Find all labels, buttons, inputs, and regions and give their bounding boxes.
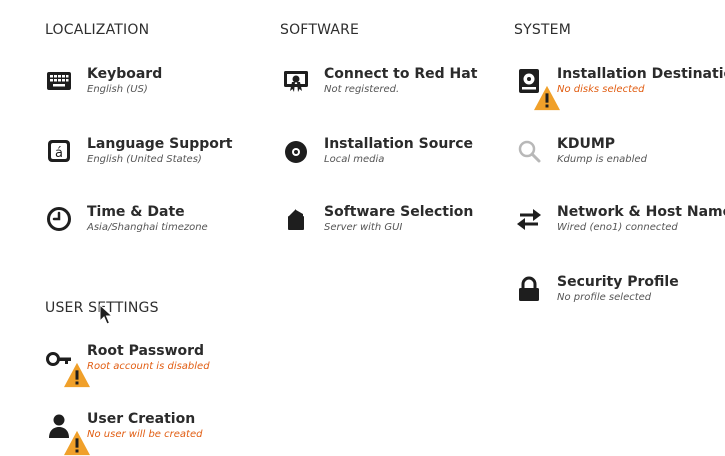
spoke-network-status: Wired (eno1) connected [557,222,678,233]
spoke-time-date[interactable]: Time & Date Asia/Shanghai timezone [46,204,208,234]
spoke-security-profile[interactable]: Security Profile No profile selected [516,274,679,304]
spoke-installation-source[interactable]: Installation Source Local media [283,136,473,166]
spoke-connect-status: Not registered. [324,84,400,95]
spoke-keyboard-status: English (US) [87,84,148,95]
spoke-destination-title: Installation Destination [557,66,725,82]
spoke-connect-title: Connect to Red Hat [324,66,478,82]
spoke-destination-status: No disks selected [557,84,645,95]
spoke-installation-destination[interactable]: Installation Destination No disks select… [516,66,725,111]
language-icon: á [46,138,72,164]
spoke-user-creation[interactable]: User Creation No user will be created [46,411,203,456]
spoke-root-title: Root Password [87,343,205,359]
package-icon [283,206,309,232]
spoke-source-title: Installation Source [324,136,474,152]
redhat-certificate-icon [283,68,309,94]
spoke-kdump-status: Kdump is enabled [557,154,647,165]
spoke-keyboard-title: Keyboard [87,66,163,82]
spoke-language-status: English (United States) [87,154,202,165]
spoke-security-status: No profile selected [557,292,652,303]
mouse-pointer-icon [99,303,114,326]
spoke-language-support[interactable]: á Language Support English (United State… [46,136,232,166]
magnifier-icon [516,138,542,164]
spoke-software-status: Server with GUI [324,222,403,233]
warning-icon [64,430,90,456]
keyboard-icon [46,68,72,94]
key-icon [46,345,90,388]
spoke-keyboard[interactable]: Keyboard English (US) [46,66,162,96]
spoke-user-title: User Creation [87,411,196,427]
spoke-kdump-title: KDUMP [557,136,616,152]
section-title-localization: LOCALIZATION [45,22,150,38]
network-arrows-icon [516,206,542,232]
section-title-software: SOFTWARE [280,22,360,38]
spoke-user-status: No user will be created [87,429,203,440]
harddisk-icon [516,68,560,111]
spoke-source-status: Local media [324,154,385,165]
lock-icon [516,276,542,302]
spoke-time-status: Asia/Shanghai timezone [87,222,208,233]
spoke-security-title: Security Profile [557,274,679,290]
disc-icon [283,138,309,164]
spoke-root-status: Root account is disabled [87,361,210,372]
spoke-software-title: Software Selection [324,204,474,220]
warning-icon [534,85,560,111]
spoke-root-password[interactable]: Root Password Root account is disabled [46,343,210,388]
installation-summary-hub: LOCALIZATION SOFTWARE SYSTEM USER SETTIN… [0,0,725,456]
warning-icon [64,362,90,388]
spoke-network-host-name[interactable]: Network & Host Name Wired (eno1) connect… [516,204,725,234]
spoke-language-title: Language Support [87,136,233,152]
spoke-connect-red-hat[interactable]: Connect to Red Hat Not registered. [283,66,477,96]
clock-icon [46,206,72,232]
spoke-kdump[interactable]: KDUMP Kdump is enabled [516,136,647,166]
section-title-system: SYSTEM [514,22,572,38]
user-icon [46,413,90,456]
spoke-software-selection[interactable]: Software Selection Server with GUI [283,204,473,234]
spoke-network-title: Network & Host Name [557,204,725,220]
spoke-time-title: Time & Date [87,204,185,220]
svg-text:á: á [55,146,63,161]
